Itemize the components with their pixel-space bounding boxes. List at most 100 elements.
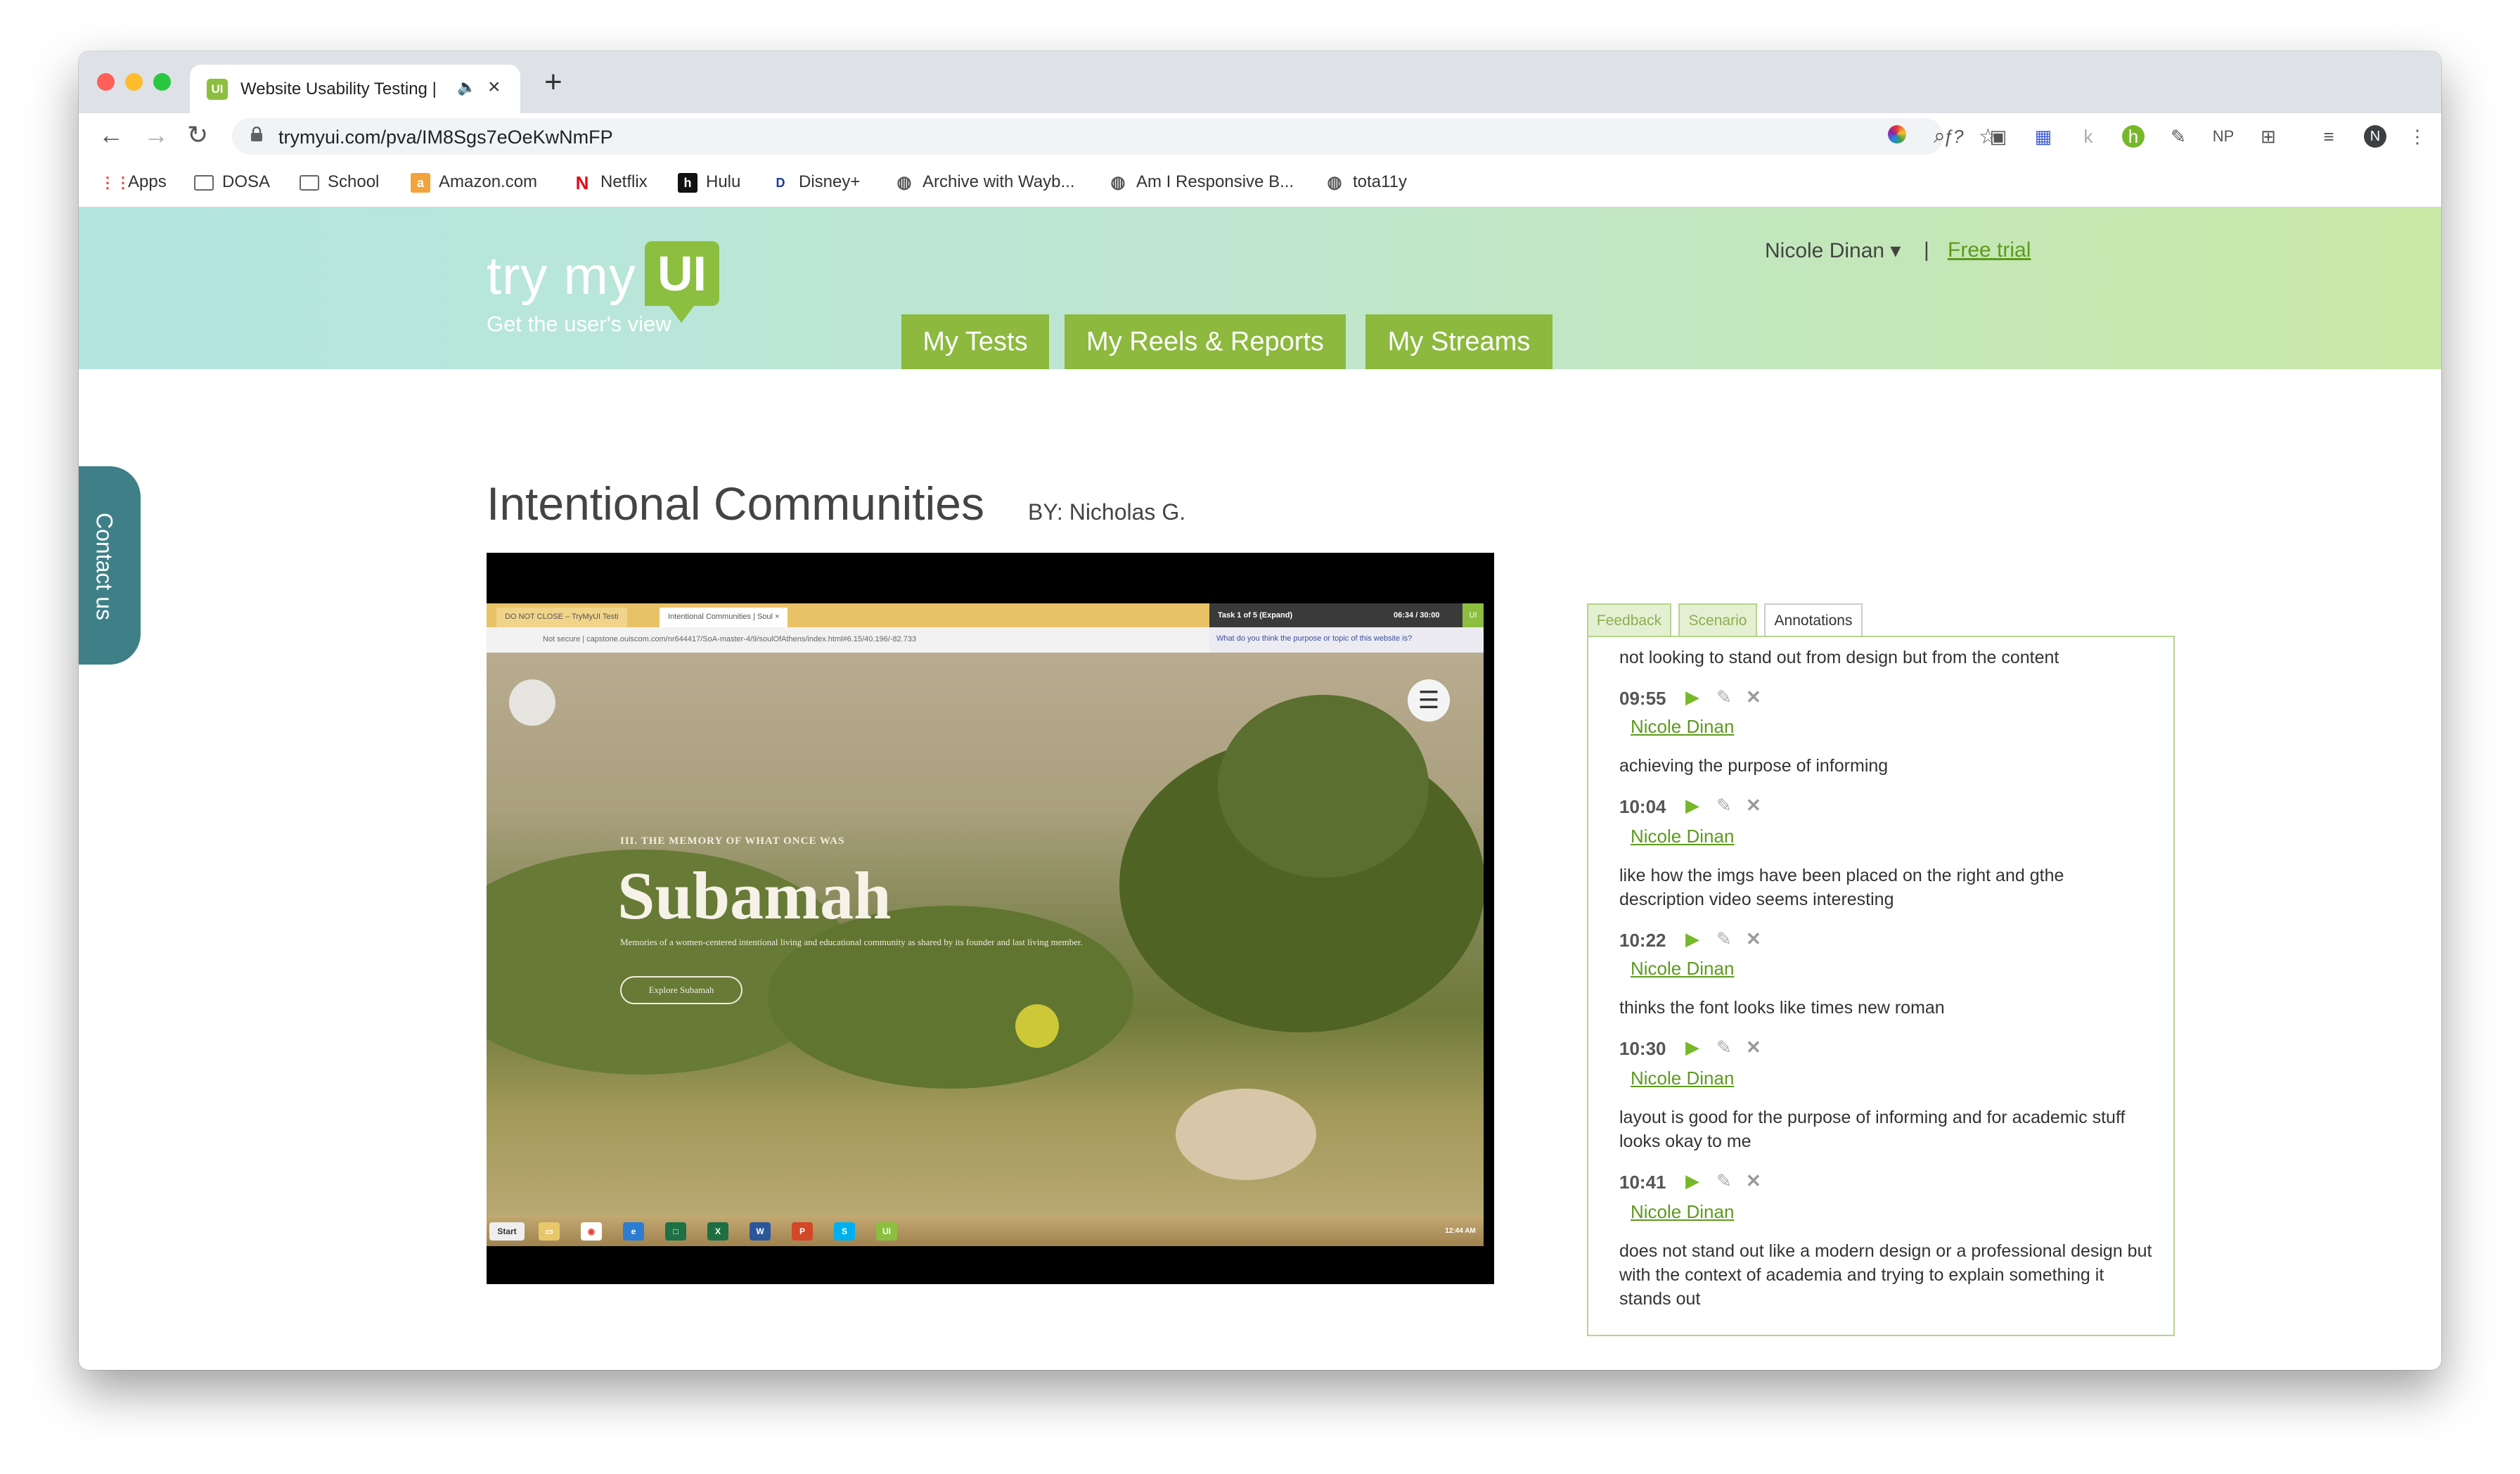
site-logo-icon [509, 679, 555, 726]
tab-annotations[interactable]: Annotations [1764, 603, 1863, 639]
bookmark-archive[interactable]: ◍ Archive with Wayb... [894, 172, 1075, 193]
speaker-mute-icon[interactable]: 🔈 [457, 78, 476, 96]
hamburger-menu-icon: ☰ [1408, 679, 1450, 722]
back-arrow-icon[interactable]: ← [98, 120, 124, 150]
annotation-timestamp[interactable]: 10:41 [1619, 1172, 1666, 1193]
trymyui-mini-icon: UI [1462, 603, 1484, 627]
bookmark-am-i-responsive[interactable]: ◍ Am I Responsive B... [1108, 172, 1294, 193]
nav-my-reels-reports[interactable]: My Reels & Reports [1065, 314, 1346, 369]
pencil-icon[interactable]: ✎ [1716, 1170, 1732, 1192]
pencil-icon[interactable]: ✎ [1716, 1037, 1732, 1058]
user-menu[interactable]: Nicole Dinan ▾ [1765, 238, 1901, 263]
trymyui-taskbar-icon: UI [876, 1222, 897, 1241]
annotation-timestamp[interactable]: 10:04 [1619, 796, 1666, 818]
browser-tab[interactable]: UI Website Usability Testing | 🔈 × [190, 65, 520, 113]
address-bar[interactable]: trymyui.com/pva/IM8Sgs7eOeKwNmFP ⌕ ☆ [232, 118, 1998, 155]
apps-grid-icon: ⋮⋮ [100, 173, 131, 191]
play-icon[interactable]: ▶ [1685, 795, 1699, 816]
nav-my-streams[interactable]: My Streams [1365, 314, 1552, 369]
app-icon: □ [665, 1222, 686, 1241]
browser-window: UI Website Usability Testing | 🔈 × + ← →… [79, 51, 2441, 1370]
annotation-author-link[interactable]: Nicole Dinan [1631, 716, 1734, 738]
bookmark-dosa[interactable]: DOSA [194, 172, 270, 192]
bookmark-apps[interactable]: ⋮⋮Apps [100, 172, 167, 193]
forward-arrow-icon[interactable]: → [143, 120, 169, 150]
bookmarks-bar: ⋮⋮Apps DOSA School a Amazon.com N Netflix … [79, 160, 2441, 207]
pencil-icon[interactable]: ✎ [1716, 928, 1732, 950]
media-control-icon[interactable]: ≡ [2318, 125, 2340, 148]
apps-extension-icon[interactable]: ⊞ [2257, 125, 2280, 148]
annotation-author-link[interactable]: Nicole Dinan [1631, 1068, 1734, 1089]
annotation-author-link[interactable]: Nicole Dinan [1631, 826, 1734, 847]
annotation-timestamp[interactable]: 10:30 [1619, 1038, 1666, 1060]
tester-byline: BY: Nicholas G. [1028, 499, 1186, 525]
delete-x-icon[interactable]: ✕ [1746, 686, 1761, 708]
annotations-panel: not looking to stand out from design but… [1587, 636, 2175, 1336]
header-separator: | [1924, 238, 1929, 262]
close-tab-icon[interactable]: × [488, 75, 501, 99]
close-window-button[interactable] [97, 73, 115, 91]
play-icon[interactable]: ▶ [1685, 1037, 1699, 1058]
pencil-icon[interactable]: ✎ [1716, 795, 1732, 816]
annotation-timestamp[interactable]: 10:22 [1619, 930, 1666, 951]
pencil-icon[interactable]: ✎ [1716, 686, 1732, 708]
new-tab-button[interactable]: + [544, 67, 562, 98]
hero-kicker: III. THE MEMORY OF WHAT ONCE WAS [620, 835, 845, 847]
tab-feedback[interactable]: Feedback [1587, 603, 1671, 637]
bookmark-netflix[interactable]: N Netflix [572, 172, 648, 193]
tab-scenario[interactable]: Scenario [1678, 603, 1757, 637]
delete-x-icon[interactable]: ✕ [1746, 928, 1761, 950]
browser-toolbar: ← → ↻ trymyui.com/pva/IM8Sgs7eOeKwNmFP ⌕… [79, 113, 2441, 160]
hero-explore-button: Explore Subamah [620, 976, 742, 1004]
folder-icon [300, 174, 319, 191]
np-extension-icon[interactable]: NP [2212, 125, 2235, 148]
h-extension-icon[interactable]: h [2122, 125, 2145, 148]
delete-x-icon[interactable]: ✕ [1746, 1170, 1761, 1192]
profile-avatar[interactable]: N [2364, 125, 2386, 148]
annotation-author-link[interactable]: Nicole Dinan [1631, 1201, 1734, 1223]
play-icon[interactable]: ▶ [1685, 1170, 1699, 1192]
contact-us-tab[interactable]: Contact us [79, 466, 141, 665]
bookmark-hulu[interactable]: h Hulu [678, 172, 740, 193]
annotation-text: layout is good for the purpose of inform… [1619, 1108, 2126, 1151]
delete-x-icon[interactable]: ✕ [1746, 1037, 1761, 1058]
tagline: Get the user's view [487, 312, 671, 336]
nav-my-tests[interactable]: My Tests [901, 314, 1049, 369]
picture-in-picture-icon[interactable]: ▣ [1987, 125, 2010, 148]
minimize-window-button[interactable] [125, 73, 143, 91]
session-video-player[interactable]: DO NOT CLOSE – TryMyUI Testi Intentional… [487, 553, 1494, 1284]
annotation-text: does not stand out like a modern design … [1619, 1241, 2152, 1309]
bookmark-school[interactable]: School [300, 172, 379, 192]
font-extension-icon[interactable]: ƒ? [1942, 125, 1965, 148]
k-extension-icon[interactable]: k [2077, 125, 2100, 148]
color-extension-icon[interactable] [1886, 125, 1908, 148]
logo-badge[interactable]: UI [645, 241, 719, 323]
play-icon[interactable]: ▶ [1685, 686, 1699, 708]
bookmark-amazon[interactable]: a Amazon.com [411, 172, 537, 193]
annotation-timestamp[interactable]: 09:55 [1619, 688, 1666, 710]
chrome-icon: ◉ [581, 1222, 602, 1241]
annotation-text: not looking to stand out from design but… [1619, 648, 2059, 667]
task-question: What do you think the purpose or topic o… [1209, 627, 1484, 653]
logo-text[interactable]: try my [487, 245, 636, 307]
edge-icon: e [623, 1222, 644, 1241]
tab-bar: UI Website Usability Testing | 🔈 × + [79, 51, 2441, 113]
free-trial-link[interactable]: Free trial [1948, 238, 2031, 262]
grid-extension-icon[interactable]: ▦ [2032, 125, 2055, 148]
annotation-author-link[interactable]: Nicole Dinan [1631, 958, 1734, 980]
maximize-window-button[interactable] [153, 73, 171, 91]
delete-x-icon[interactable]: ✕ [1746, 795, 1761, 816]
eyedropper-extension-icon[interactable]: ✎ [2167, 125, 2190, 148]
annotation-text: achieving the purpose of informing [1619, 756, 1889, 776]
taskbar-clock: 12:44 AM [1445, 1227, 1476, 1235]
kebab-menu-icon[interactable]: ⋮ [2406, 125, 2429, 148]
task-indicator: Task 1 of 5 (Expand) 06:34 / 30:00 UI [1209, 603, 1484, 627]
play-icon[interactable]: ▶ [1685, 928, 1699, 950]
excel-icon: X [707, 1222, 728, 1241]
tab-title: Website Usability Testing | [240, 79, 437, 98]
reload-icon[interactable]: ↻ [187, 120, 208, 150]
recorded-taskbar: Start ▭ ◉ e □ X W P S UI 12:44 AM [487, 1215, 1484, 1246]
bookmark-tota11y[interactable]: ◍ tota11y [1325, 172, 1407, 193]
bookmark-disney[interactable]: D Disney+ [771, 172, 861, 193]
hero-description: Memories of a women-centered intentional… [620, 937, 1083, 947]
